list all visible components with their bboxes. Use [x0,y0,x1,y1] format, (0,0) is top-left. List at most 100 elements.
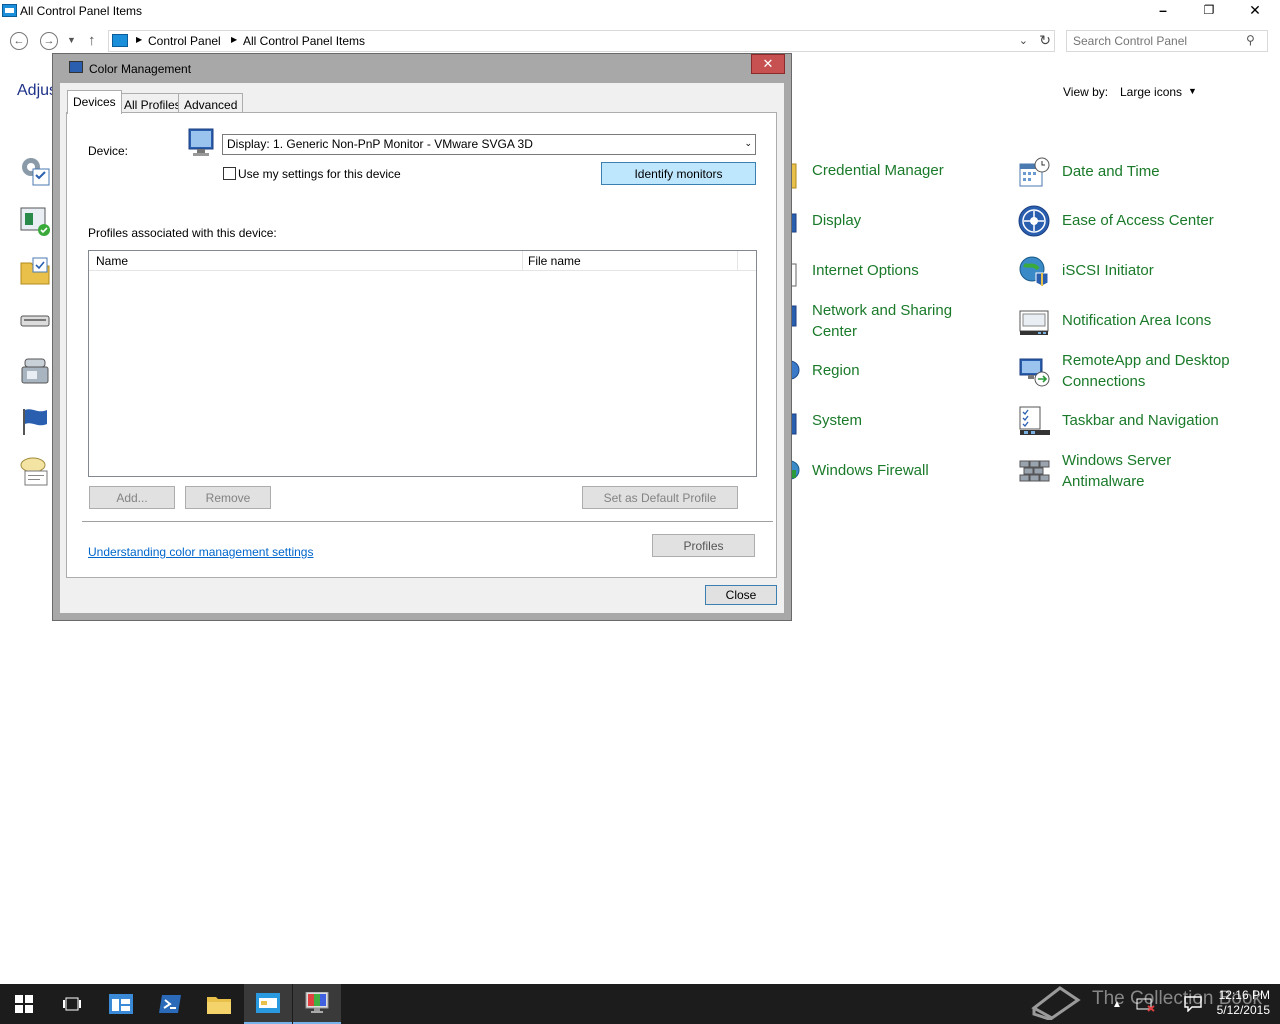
cp-item-label: Notification Area Icons [1062,312,1212,329]
set-default-profile-button[interactable]: Set as Default Profile [582,486,738,509]
keyboard-icon[interactable] [19,305,51,337]
cp-item-remoteapp[interactable]: RemoteApp and Desktop Connections [1018,352,1268,397]
network-tray-icon[interactable] [1136,984,1156,1024]
profiles-button[interactable]: Profiles [652,534,755,557]
cp-item-date-time[interactable]: Date and Time [1018,156,1268,188]
window-titlebar: All Control Panel Items – ❐ ✕ [0,0,1280,22]
breadcrumb-all-items[interactable]: All Control Panel Items [243,34,365,48]
tab-advanced[interactable]: Advanced [178,93,244,113]
antimalware-icon [1019,460,1050,482]
search-input[interactable] [1066,30,1268,52]
dialog-client-area: Devices All Profiles Advanced Device: Di… [60,83,784,613]
column-divider[interactable] [522,251,523,271]
up-arrow-icon[interactable]: ↑ [88,32,96,49]
tray-overflow-icon[interactable]: ▲ [1112,984,1122,1024]
profiles-list[interactable]: Name File name [88,250,757,477]
server-manager-icon [109,994,133,1014]
minimize-button[interactable]: – [1140,0,1186,20]
device-label: Device: [88,144,129,158]
cp-item-label: System [812,412,863,429]
control-panel-icon [112,34,128,47]
add-profile-button[interactable]: Add... [89,486,175,509]
use-my-settings-label[interactable]: Use my settings for this device [238,167,401,181]
view-by-label: View by: [1063,85,1109,99]
phone-modem-icon[interactable] [19,355,51,387]
cp-item-credential-manager[interactable]: Credential Manager [768,160,1008,189]
cp-item-internet-options[interactable]: Internet Options [768,260,1008,287]
color-management-icon [305,992,329,1013]
notification-area-icon [1019,310,1049,335]
action-center-tray-icon[interactable] [1184,984,1202,1024]
task-view-icon [63,997,81,1011]
control-panel-icon [256,993,280,1013]
view-by-dropdown[interactable]: Large icons [1120,85,1182,99]
taskbar-color-management[interactable] [293,984,341,1024]
column-header-file-name[interactable]: File name [528,254,581,268]
refresh-icon[interactable]: ↻ [1039,32,1051,49]
taskbar-powershell[interactable] [146,984,194,1024]
speech-recognition-icon[interactable] [19,455,51,487]
breadcrumb-chevron-icon[interactable]: ▶ [231,35,237,44]
cp-item-network-sharing[interactable]: Network and Sharing Center [768,300,1008,344]
use-my-settings-checkbox[interactable] [223,167,236,180]
view-by-caret-icon[interactable]: ▼ [1188,86,1197,96]
breadcrumb-chevron-icon[interactable]: ▶ [136,35,142,44]
tab-all-profiles[interactable]: All Profiles [118,93,187,113]
address-dropdown-icon[interactable]: ⌄ [1019,34,1028,47]
start-button[interactable] [0,984,48,1024]
cp-item-label: Display [812,212,862,229]
control-panel-icon [2,4,17,17]
forward-arrow-icon[interactable]: → [40,32,58,50]
administrative-tools-icon[interactable] [19,155,51,187]
iscsi-initiator-icon [1019,256,1049,287]
cp-item-system[interactable]: System [768,410,1008,435]
cp-item-notification-area[interactable]: Notification Area Icons [1018,305,1268,337]
remove-profile-button[interactable]: Remove [185,486,271,509]
cp-item-label: Credential Manager [812,162,944,179]
maximize-button[interactable]: ❐ [1186,0,1232,20]
dialog-close-button[interactable]: ✕ [751,54,785,74]
remoteapp-icon [1019,358,1050,387]
close-button[interactable]: Close [705,585,777,605]
task-view-button[interactable] [48,984,96,1024]
column-divider[interactable] [737,251,738,271]
window-title: All Control Panel Items [20,4,143,18]
taskbar-clock[interactable]: 12:16 PM 5/12/2015 [1212,988,1270,1018]
cp-item-region[interactable]: Region [768,360,1008,382]
address-bar[interactable]: ▶ Control Panel ▶ All Control Panel Item… [108,30,1055,52]
file-explorer-icon [207,997,231,1014]
column-header-name[interactable]: Name [96,254,128,268]
cp-item-taskbar-navigation[interactable]: Taskbar and Navigation [1018,405,1268,437]
close-window-button[interactable]: ✕ [1232,0,1278,20]
action-center-icon[interactable] [19,205,51,237]
cp-item-iscsi-initiator[interactable]: iSCSI Initiator [1018,255,1268,287]
search-icon[interactable]: ⚲ [1246,33,1255,47]
cp-item-label: Date and Time [1062,163,1160,180]
panel-divider [82,521,773,522]
cp-item-display[interactable]: Display [768,210,1008,233]
taskbar-server-manager[interactable] [97,984,145,1024]
powershell-icon [159,995,181,1013]
cp-item-windows-firewall[interactable]: Windows Firewall [768,460,1008,482]
color-management-help-link[interactable]: Understanding color management settings [88,545,313,559]
tab-devices[interactable]: Devices [67,90,122,114]
navigation-bar: ← → ▼ ↑ ▶ Control Panel ▶ All Control Pa… [0,28,1280,54]
cp-item-label: Taskbar and Navigation [1062,412,1219,429]
cp-item-label: Ease of Access Center [1062,212,1214,229]
date-time-icon [1019,157,1050,187]
color-management-dialog: Color Management ✕ Devices All Profiles … [52,53,792,621]
identify-monitors-button[interactable]: Identify monitors [601,162,756,185]
taskbar-control-panel[interactable] [244,984,292,1024]
cp-item-ease-of-access[interactable]: Ease of Access Center [1018,205,1268,237]
taskbar-file-explorer[interactable] [195,984,243,1024]
flag-icon[interactable] [19,405,51,437]
breadcrumb-control-panel[interactable]: Control Panel [148,34,221,48]
back-arrow-icon[interactable]: ← [10,32,28,50]
cp-item-antimalware[interactable]: Windows Server Antimalware [1018,452,1268,497]
list-header: Name File name [89,251,756,271]
profiles-label: Profiles associated with this device: [88,226,277,240]
recent-locations-dropdown-icon[interactable]: ▼ [67,35,76,45]
folder-options-icon[interactable] [19,255,51,287]
device-select[interactable]: Display: 1. Generic Non-PnP Monitor - VM… [222,134,756,155]
ease-of-access-icon [1018,205,1050,237]
